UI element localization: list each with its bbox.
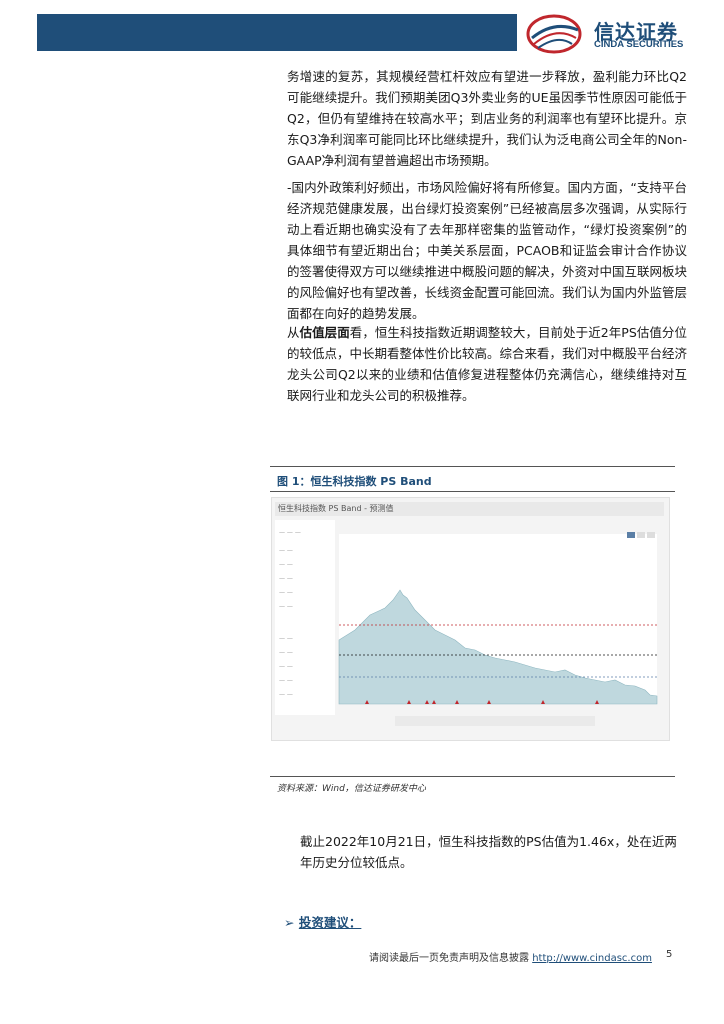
paragraph-3: 从估值层面看，恒生科技指数近期调整较大，目前处于近2年PS估值分位的较低点，中长… bbox=[287, 325, 688, 403]
figure-top-rule bbox=[270, 466, 675, 467]
svg-text:— —: — — bbox=[279, 677, 293, 684]
footer-note: 请阅读最后一页免责声明及信息披露 http://www.cindasc.com bbox=[369, 953, 652, 964]
chart-title: 恒生科技指数 PS Band - 预测值 bbox=[278, 504, 394, 513]
paragraph-2: -国内外政策利好频出，市场风险偏好将有所修复。国内方面，“支持平台经济规范健康发… bbox=[287, 180, 688, 321]
ps-band-chart: — — — — — — — — — — — — — — — — — — — — … bbox=[275, 520, 658, 726]
arrow-icon: ➢ bbox=[284, 915, 295, 930]
svg-text:— —: — — bbox=[279, 561, 293, 568]
summary-paragraph: 截止2022年10月21日，恒生科技指数的PS估值为1.46x，处在近两年历史分… bbox=[300, 834, 677, 870]
svg-text:— — —: — — — bbox=[279, 529, 301, 536]
brand-name-en: CINDA SECURITIES bbox=[594, 39, 684, 50]
svg-text:— —: — — bbox=[279, 603, 293, 610]
header-bar bbox=[37, 14, 517, 51]
svg-text:— —: — — bbox=[279, 649, 293, 656]
svg-text:— —: — — bbox=[279, 575, 293, 582]
figure-bottom-rule bbox=[270, 776, 675, 777]
figure-caption: 图 1：恒生科技指数 PS Band bbox=[277, 475, 432, 488]
svg-text:— —: — — bbox=[279, 589, 293, 596]
svg-text:— —: — — bbox=[279, 691, 293, 698]
svg-text:— —: — — bbox=[279, 547, 293, 554]
paragraph-1: 务增速的复苏，其规模经营杠杆效应有望进一步释放，盈利能力环比Q2可能继续提升。我… bbox=[287, 69, 687, 168]
svg-text:— —: — — bbox=[279, 635, 293, 642]
svg-text:— —: — — bbox=[279, 663, 293, 670]
footer-link[interactable]: http://www.cindasc.com bbox=[532, 953, 652, 964]
investment-heading: ➢ 投资建议： bbox=[284, 912, 361, 931]
page-number: 5 bbox=[666, 949, 673, 960]
investment-label: 投资建议： bbox=[298, 915, 362, 930]
figure-source: 资料来源：Wind，信达证券研发中心 bbox=[277, 784, 426, 794]
figure-caption-rule bbox=[270, 491, 675, 492]
valuation-bold: 估值层面 bbox=[299, 325, 350, 340]
